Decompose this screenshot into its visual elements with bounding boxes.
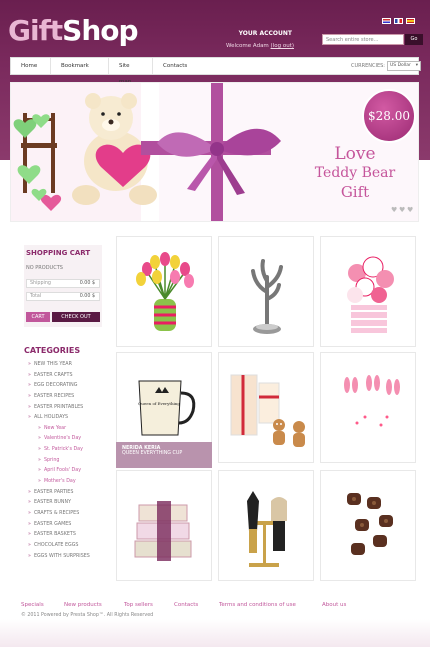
flag-spanish-icon[interactable] [406,18,415,24]
flag-english-icon[interactable] [382,18,391,24]
category-item[interactable]: EASTER PARTIES [28,490,114,501]
currencies-label: CURRENCIES: [351,63,385,69]
currency-value: US Dollar [390,63,411,68]
product-soaps[interactable] [116,470,212,581]
chevron-down-icon: ▾ [415,63,418,68]
category-item[interactable]: EGGS WITH SURPRISES [28,554,114,565]
jewelry-tree-image [251,259,283,334]
slider-dot-3-icon[interactable]: ♥ [407,207,413,214]
welcome-line: Welcome Adam (log out) [226,43,294,49]
footer-link-specials[interactable]: Specials [21,602,44,608]
search-button[interactable]: Go [405,34,423,45]
banner-line-1: Love [334,144,376,164]
product-bunny-cupcakes[interactable] [320,352,416,463]
shipping-value: 0.00 $ [79,281,95,286]
cookie-bouquet-image [347,256,394,333]
mug-text: Queen of Everything [138,401,180,406]
currency-select[interactable]: US Dollar ▾ [387,61,421,71]
nav-site-map[interactable]: Site map [109,58,153,85]
slider-dots: ♥ ♥ ♥ [391,207,413,214]
footer-link-terms[interactable]: Terms and conditions of use [219,602,296,608]
search-input[interactable]: Search entire store... [322,34,404,45]
category-item[interactable]: CHOCOLATE EGGS [28,543,114,554]
bunny-cupcakes-image [341,375,403,431]
category-item[interactable]: CRAFTS & RECIPES [28,511,114,522]
gingerbread-image [230,374,305,447]
product-chocolates[interactable] [320,470,416,581]
cart-button[interactable]: CART [26,312,50,322]
logo-part-gift: Gift [8,14,63,47]
shopping-cart-block: SHOPPING CART NO PRODUCTS Shipping 0.00 … [24,245,102,327]
total-label: Total [30,294,42,299]
product-jewelry-tree[interactable] [218,236,314,347]
category-item[interactable]: EASTER RECIPES [28,394,114,405]
category-item[interactable]: EASTER BUNNY [28,500,114,511]
banner-line-2: Teddy Bear [314,165,396,181]
flag-french-icon[interactable] [394,18,403,24]
footer-link-about-us[interactable]: About us [322,602,346,608]
price-badge: $28.00 [362,89,416,143]
copyright-text: © 2011 Powered by Presta Shop™. All Righ… [21,613,154,618]
featured-desc: QUEEN EVERYTHING CUP [122,451,183,456]
main-nav: Home Bookmark Site map Contacts CURRENCI… [10,57,421,85]
soaps-image [134,501,192,561]
language-flags [382,18,415,24]
category-item[interactable]: EGG DECORATING [28,383,114,394]
category-item[interactable]: EASTER GAMES [28,522,114,533]
site-logo[interactable]: GiftShop [8,14,139,47]
account-block: YOUR ACCOUNT Welcome Adam (log out) [226,30,294,49]
category-item[interactable]: EASTER CRAFTS [28,373,114,384]
footer-link-top-sellers[interactable]: Top sellers [124,602,153,608]
footer-link-new-products[interactable]: New products [64,602,102,608]
promo-banner[interactable]: $28.00 Love Teddy Bear Gift ♥ ♥ ♥ [10,82,419,222]
product-gingerbread[interactable] [218,352,314,463]
subcategory-item[interactable]: Valentine's Day [28,436,114,447]
total-value: 0.00 $ [79,294,95,299]
banner-line-3: Gift [340,183,370,201]
banner-title: Love Teddy Bear Gift [295,145,415,202]
slider-dot-1-icon[interactable]: ♥ [391,207,397,214]
subcategory-item[interactable]: Spring [28,458,114,469]
footer-links: Specials New products Top sellers Contac… [21,602,421,612]
category-item[interactable]: EASTER BASKETS [28,532,114,543]
subcategory-item[interactable]: Mother's Day [28,479,114,490]
nav-bookmark[interactable]: Bookmark [51,58,109,74]
categories-list: NEW THIS YEAREASTER CRAFTSEGG DECORATING… [28,362,114,564]
cart-total-row: Total 0.00 $ [26,292,100,301]
checkout-button[interactable]: CHECK OUT [52,312,100,322]
category-item[interactable]: NEW THIS YEAR [28,362,114,373]
tulips-vase-image [136,252,194,331]
account-title[interactable]: YOUR ACCOUNT [226,30,292,37]
slider-dot-2-icon[interactable]: ♥ [399,207,405,214]
product-cookie-bouquet[interactable] [320,236,416,347]
cart-title[interactable]: SHOPPING CART [26,249,90,257]
subcategory-item[interactable]: New Year [28,426,114,437]
subcategory-item[interactable]: St. Patrick's Day [28,447,114,458]
welcome-text: Welcome Adam [226,43,269,49]
product-shaving-set[interactable] [218,470,314,581]
logout-link[interactable]: (log out) [271,43,294,49]
subcategory-item[interactable]: April Fools' Day [28,468,114,479]
nav-home[interactable]: Home [11,58,51,74]
shipping-label: Shipping [30,281,51,286]
logo-part-shop: Shop [62,14,138,47]
cart-empty-text: NO PRODUCTS [26,265,63,271]
shaving-set-image [247,491,287,567]
footer-link-contacts[interactable]: Contacts [174,602,198,608]
chocolates-image [347,493,393,555]
category-item[interactable]: EASTER PRINTABLES [28,405,114,416]
categories-title: CATEGORIES [24,346,81,355]
queen-mug-image: Queen of Everything [138,380,196,436]
nav-contacts[interactable]: Contacts [153,58,201,74]
cart-shipping-row: Shipping 0.00 $ [26,279,100,288]
featured-caption[interactable]: NERIDA KERIA QUEEN EVERYTHING CUP [116,442,212,468]
category-item[interactable]: ALL HOLIDAYS [28,415,114,426]
product-tulips[interactable] [116,236,212,347]
